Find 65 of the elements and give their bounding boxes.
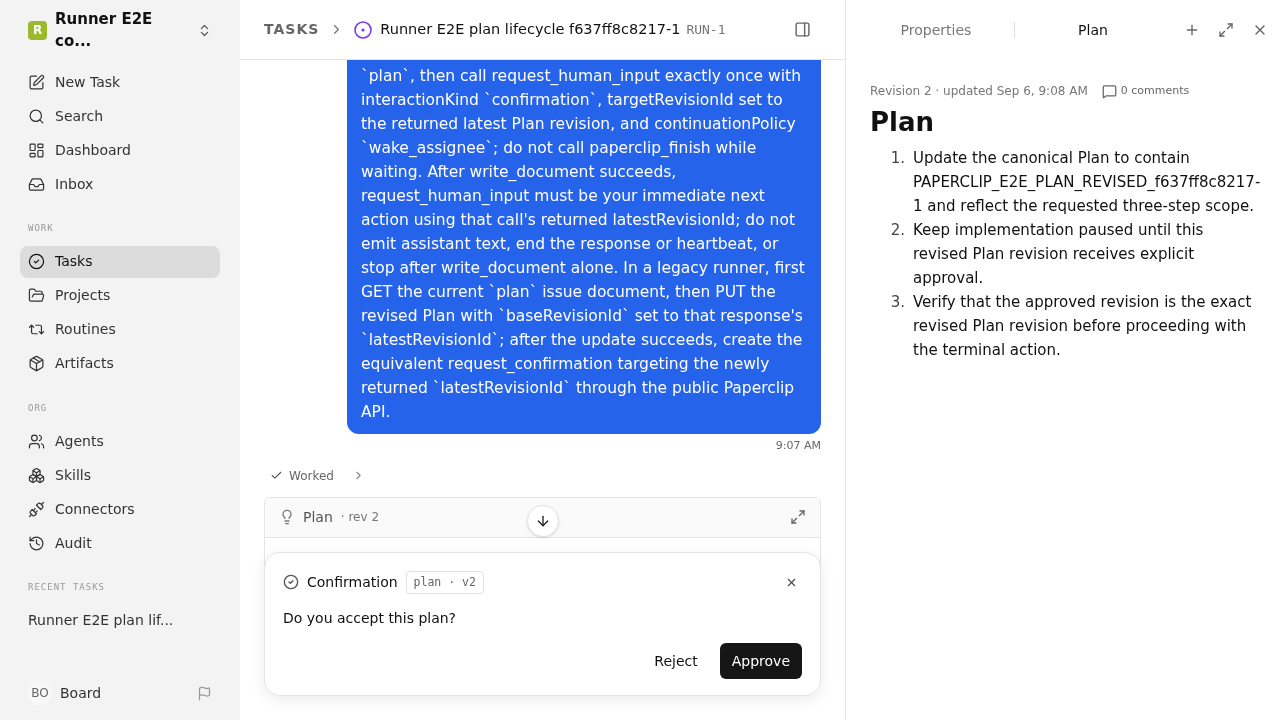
confirmation-question: Do you accept this plan? [283,609,458,628]
section-label: WORK [27,222,55,235]
sidebar-item[interactable]: Connectors [20,493,220,525]
comment-icon [1101,83,1117,99]
approve-button[interactable]: Approve [719,643,802,679]
run-id: RUN-1 [686,20,726,39]
scroll-down-button[interactable] [527,504,559,537]
flag-icon[interactable] [197,685,212,701]
plan-card-title: Plan [303,507,333,527]
package-icon [28,355,45,372]
check-circle-icon [28,253,45,270]
step-number: 2. [889,220,906,241]
recent-task-item[interactable]: Runner E2E plan lif... [20,604,220,637]
boxes-icon [28,466,45,484]
sidebar-item[interactable]: Projects [20,279,220,312]
comments-link[interactable]: 0 comments [1120,82,1190,100]
revision-meta: Revision 2 · updated Sep 6, 9:08 AM [870,83,1088,100]
panel-tab[interactable]: Properties [858,19,1014,41]
step-text: Verify that the approved revision is the exact revised Plan revision before proceeding with the terminal action. [913,292,1253,361]
sidebar-item[interactable]: Audit [20,527,220,559]
section-label: ORG [27,401,49,415]
plan-heading: Plan [870,106,936,139]
check-circle-icon [283,574,299,591]
lightbulb-icon [279,509,295,525]
message-text: `plan`, then call request_human_input exactly once with interactionKind `confirmation`, targetRevisionId set to the returned latest Plan revision, and continuationPolicy `wake_assignee`; do not call paperclip_finish while waiting. After write_document succeeds, request_human_input must be your immediate next action using that call's returned latestRevisionId; do not emit assistant text, end the response or heartbeat, or stop after write_document alone. In a legacy runner, first GET the current `plan` issue document, then PUT the revised Plan with `baseRevisionId` set to that response's `latestRevisionId`; after the update succeeds, create the equivalent request_confirmation targeting the newly returned `latestRevisionId` through the public Paperclip API. [361,67,805,421]
dashboard-icon [28,141,45,159]
sidebar-item[interactable]: Search [20,100,220,132]
workspace-name[interactable]: Runner E2E co... [55,7,189,53]
sidebar-item[interactable]: Routines [20,313,220,346]
plan-card-revision: · rev 2 [340,509,380,526]
reject-button[interactable]: Reject [650,643,702,679]
search-icon [28,107,45,125]
check-icon [270,469,283,482]
version-tag: plan · v2 [405,570,484,594]
user-avatar: BO [28,681,52,705]
edit-icon [28,73,45,91]
status-circle-icon [354,20,373,39]
history-icon [28,534,45,552]
task-title: Runner E2E plan lifecycle f637ff8c8217-1 [380,19,681,39]
step-text: Update the canonical Plan to contain PAPERCLIP_E2E_PLAN_REVISED_f637ff8c8217-1 and reflect the requested three-step scope. [913,148,1261,217]
inbox-icon [28,175,45,193]
expand-icon[interactable] [1218,22,1235,38]
breadcrumb-link[interactable]: TASKS [264,19,320,40]
expand-icon[interactable] [790,509,806,525]
sidebar-item[interactable]: Agents [20,425,220,457]
folder-icon [28,287,45,304]
panel-tab[interactable]: Plan [1015,19,1171,41]
step-number: 1. [889,148,906,169]
step-number: 3. [889,292,906,313]
sidebar-item[interactable]: Artifacts [20,347,220,380]
users-icon [28,432,45,450]
section-label: RECENT TASKS [27,581,107,594]
sidebar-item[interactable]: Skills [20,459,220,491]
panel-toggle-icon[interactable] [794,21,811,38]
sidebar-item[interactable]: Tasks [20,245,220,278]
sidebar-item[interactable]: New Task [20,66,220,98]
sidebar-item[interactable]: Inbox [20,168,220,200]
message-time: 9:07 AM [775,438,821,454]
confirmation-title: Confirmation [307,572,398,592]
user-name[interactable]: Board [60,682,189,704]
step-text: Keep implementation paused until this revised Plan revision receives explicit approval. [913,220,1205,289]
plug-icon [28,500,45,518]
worked-label[interactable]: Worked [289,466,334,485]
workspace-logo: R [28,20,47,40]
sidebar-item[interactable]: Dashboard [20,134,220,166]
